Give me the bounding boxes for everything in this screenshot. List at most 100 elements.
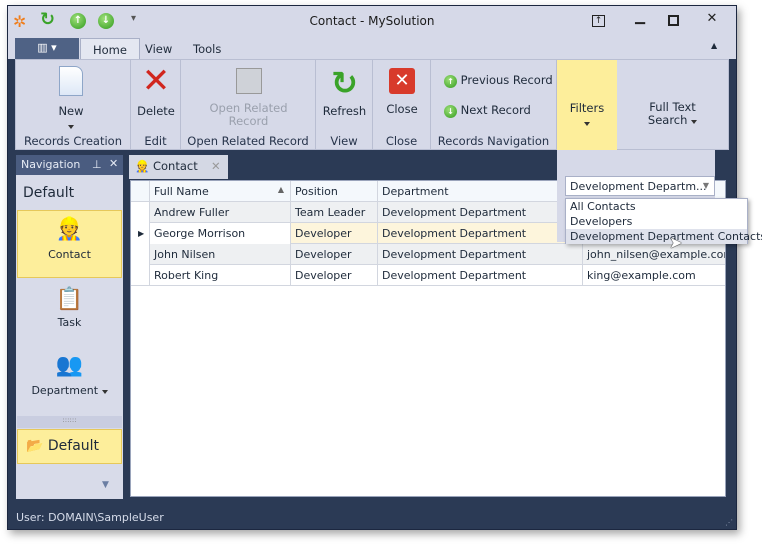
delete-label: Delete xyxy=(137,104,175,118)
full-text-search-button[interactable]: Full Text Search xyxy=(630,101,715,127)
filter-combo-value: Development Departm... xyxy=(570,180,707,193)
column-header-position[interactable]: Position xyxy=(291,181,378,202)
indicator-header xyxy=(131,181,150,202)
application-menu-button[interactable]: ▥ ▾ xyxy=(15,38,79,59)
nav-group-default[interactable]: 📂 Default xyxy=(17,429,122,464)
splitter-handle[interactable]: :::::: xyxy=(17,416,122,428)
nav-item-label: Contact xyxy=(48,248,91,261)
close-label: Close xyxy=(386,102,418,116)
next-record-button[interactable]: ↓ Next Record xyxy=(444,103,531,118)
mouse-cursor-icon: ➤ xyxy=(669,233,683,252)
column-header-full-name[interactable]: Full Name ▲ xyxy=(150,181,291,202)
new-button[interactable]: New xyxy=(46,66,96,132)
nav-item-label: Task xyxy=(57,316,82,329)
row-indicator xyxy=(131,202,150,223)
filter-option-development-department-contacts[interactable]: Development Department Contacts xyxy=(566,229,762,244)
cell-position: Team Leader xyxy=(291,202,378,223)
group-view: ↻ Refresh View xyxy=(316,60,373,150)
close-button[interactable]: ✕ Close xyxy=(373,68,431,116)
arrow-up-icon: ↑ xyxy=(444,75,457,88)
group-records-creation: New Records Creation xyxy=(16,60,131,150)
task-clipboard-icon: 📋 xyxy=(55,287,84,312)
delete-x-icon: ✕ xyxy=(141,61,171,101)
dropdown-arrow-icon xyxy=(101,390,108,394)
delete-button[interactable]: ✕ Delete xyxy=(131,64,181,118)
status-bar: User: DOMAIN\SampleUser xyxy=(8,505,736,529)
close-panel-icon[interactable]: ✕ xyxy=(109,157,118,170)
cell-department: Development Department xyxy=(378,223,583,244)
nav-item-contact[interactable]: 👷 Contact xyxy=(17,210,122,278)
sort-ascending-icon: ▲ xyxy=(277,185,284,194)
contact-icon: 👷 xyxy=(135,159,150,173)
group-close: ✕ Close Close xyxy=(373,60,431,150)
cell-position: Developer xyxy=(291,244,378,265)
group-label: Records Creation xyxy=(23,134,123,148)
row-indicator xyxy=(131,244,150,265)
group-label: Close xyxy=(385,134,418,148)
dropdown-arrow-icon xyxy=(691,120,698,124)
tab-home[interactable]: Home xyxy=(80,38,140,59)
close-window-button[interactable]: ✕ xyxy=(702,11,722,26)
arrow-down-icon: ↓ xyxy=(444,105,457,118)
pin-icon[interactable]: ⊥ xyxy=(92,158,102,171)
nav-menu-arrow-icon[interactable]: ▼ xyxy=(102,480,109,490)
cell-name: George Morrison xyxy=(150,223,291,244)
group-label: Edit xyxy=(144,134,167,148)
doc-tab-contact[interactable]: 👷 Contact ✕ xyxy=(129,155,228,179)
minimize-button[interactable]: ▁ xyxy=(630,10,650,25)
refresh-button[interactable]: ↻ Refresh xyxy=(316,64,373,118)
contact-icon: 👷 xyxy=(55,217,84,242)
filter-option-developers[interactable]: Developers xyxy=(566,214,747,229)
group-label: Open Related Record xyxy=(187,134,309,148)
table-row[interactable]: Robert King Developer Development Depart… xyxy=(131,265,725,286)
title-bar: ✲ ↻ ↑ ↓ ▾ Contact - MySolution ↑ ▁ ✕ xyxy=(8,6,736,37)
group-records-navigation: ↑ Previous Record ↓ Next Record Records … xyxy=(431,60,557,150)
cell-name: Andrew Fuller xyxy=(150,202,291,223)
resize-grip-icon[interactable]: ⋰ xyxy=(725,518,733,527)
cell-department: Development Department xyxy=(378,244,583,265)
refresh-icon: ↻ xyxy=(331,64,358,102)
group-open-related: Open Related Record Open Related Record xyxy=(181,60,316,150)
nav-item-department[interactable]: 👥 Department xyxy=(17,353,122,408)
collapse-ribbon-icon[interactable]: ▲ xyxy=(711,41,717,50)
cell-position: Developer xyxy=(291,223,378,244)
restore-ribbon-icon[interactable]: ↑ xyxy=(592,15,605,27)
open-related-label: Open Related Record xyxy=(209,101,288,128)
new-label: New xyxy=(58,104,84,118)
nav-group-label: Default xyxy=(47,438,100,454)
cell-department: Development Department xyxy=(378,202,583,223)
related-record-icon xyxy=(235,68,262,94)
column-label: Full Name xyxy=(154,185,209,198)
cell-department: Development Department xyxy=(378,265,583,286)
status-user: User: DOMAIN\SampleUser xyxy=(16,511,164,524)
filter-combo[interactable]: Development Departm... ▼ xyxy=(565,176,715,196)
focused-row-indicator-icon: ▶ xyxy=(131,223,150,244)
nav-item-label: Department xyxy=(31,384,99,397)
previous-record-button[interactable]: ↑ Previous Record xyxy=(444,73,553,88)
open-related-record-button[interactable]: Open Related Record xyxy=(206,68,291,128)
window-title: Contact - MySolution xyxy=(309,14,435,28)
filter-option-all-contacts[interactable]: All Contacts xyxy=(566,199,747,214)
table-row[interactable]: John Nilsen Developer Development Depart… xyxy=(131,244,725,265)
row-indicator xyxy=(131,265,150,286)
nav-item-task[interactable]: 📋 Task xyxy=(17,287,122,339)
column-header-department[interactable]: Department xyxy=(378,181,583,202)
tab-view[interactable]: View xyxy=(133,38,184,59)
folder-icon: 📂 xyxy=(26,438,44,454)
chevron-down-icon: ▼ xyxy=(702,181,709,190)
cell-position: Developer xyxy=(291,265,378,286)
cell-email: king@example.com xyxy=(587,269,696,282)
previous-record-label: Previous Record xyxy=(460,73,553,87)
navigation-header: Navigation ⊥ ✕ xyxy=(16,155,123,175)
close-icon: ✕ xyxy=(389,68,415,94)
group-label: Records Navigation xyxy=(437,134,550,148)
filters-button[interactable]: Filters xyxy=(557,60,617,150)
dropdown-arrow-icon xyxy=(68,125,74,129)
doc-tab-label: Contact xyxy=(152,159,198,173)
close-tab-icon[interactable]: ✕ xyxy=(211,159,221,173)
maximize-button[interactable] xyxy=(668,15,679,26)
refresh-label: Refresh xyxy=(322,104,367,118)
filters-label: Filters xyxy=(569,101,605,115)
tab-tools[interactable]: Tools xyxy=(181,38,233,59)
fts-label: Full Text Search xyxy=(647,100,696,127)
